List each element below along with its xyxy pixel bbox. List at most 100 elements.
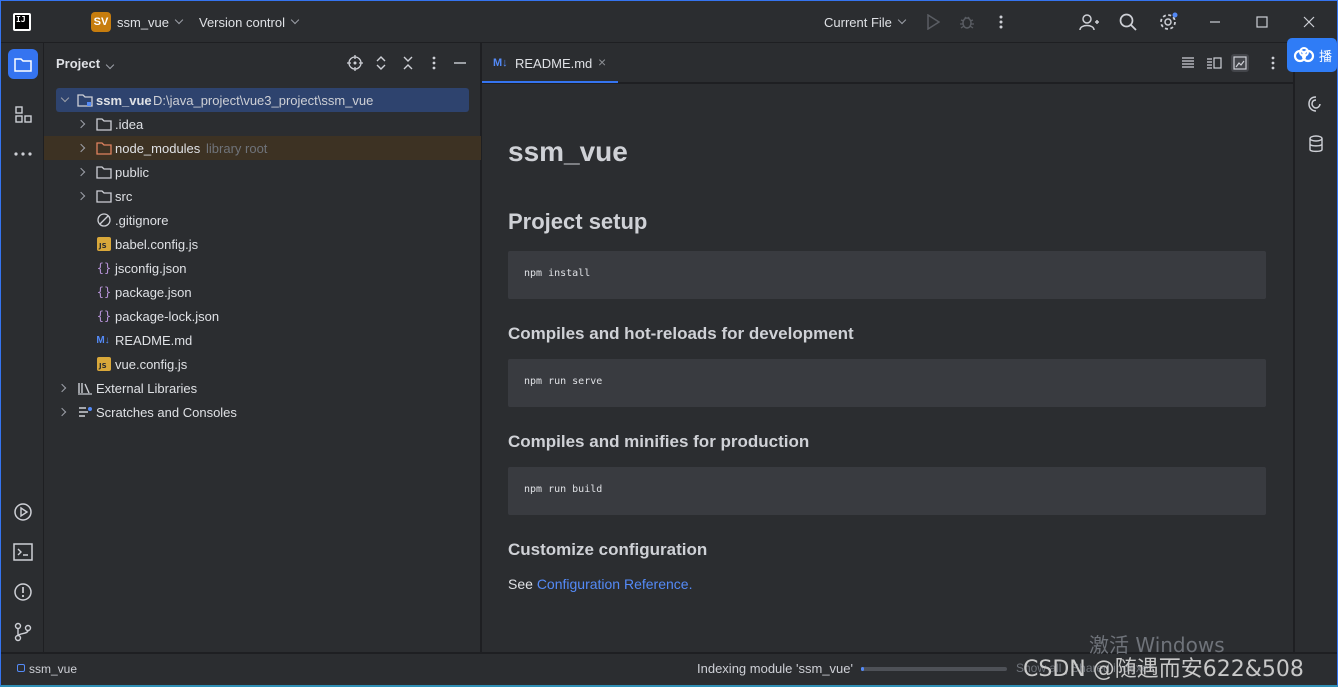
chevron-down-icon (290, 15, 300, 25)
app-logo: IJ (13, 13, 31, 31)
preview-only-icon[interactable] (1231, 54, 1249, 72)
cloud-icon (1293, 47, 1315, 63)
project-status-icon (17, 664, 25, 672)
more-tools-icon[interactable] (8, 139, 38, 169)
minimize-icon[interactable] (1205, 12, 1225, 32)
right-tool-strip (1294, 43, 1337, 652)
project-panel-header: Project (44, 43, 481, 83)
chevron-right-icon[interactable] (76, 143, 86, 153)
project-panel-title: Project (56, 56, 101, 71)
tree-item-label: package.json (115, 284, 192, 300)
tree-item-label: package-lock.json (115, 308, 220, 324)
chevron-right-icon[interactable] (76, 167, 86, 177)
chevron-down-icon (105, 60, 115, 70)
close-window-icon[interactable] (1299, 12, 1319, 32)
svg-text:JS: JS (98, 242, 107, 250)
locate-file-icon[interactable] (346, 54, 364, 72)
chevron-right-icon[interactable] (76, 191, 86, 201)
js-file-icon: JS (96, 236, 112, 252)
library-root-hint: library root (206, 140, 268, 156)
chevron-right-icon[interactable] (57, 407, 67, 417)
panel-options-icon[interactable] (425, 54, 443, 72)
markdown-preview: ssm_vue Project setup npm install Compil… (482, 84, 1293, 652)
tree-item-vue-config[interactable]: JS vue.config.js (44, 352, 481, 376)
project-switcher[interactable]: ssm_vue (117, 1, 184, 43)
git-branch-icon[interactable] (8, 617, 38, 647)
chevron-right-icon[interactable] (76, 119, 86, 129)
run-icon[interactable] (923, 12, 943, 32)
tree-item-package-lock[interactable]: {} package-lock.json (44, 304, 481, 328)
code-install: npm install (524, 268, 591, 279)
tree-item-package-json[interactable]: {} package.json (44, 280, 481, 304)
project-view-selector[interactable]: Project (56, 56, 115, 71)
settings-gear-icon[interactable] (1158, 12, 1178, 32)
chevron-right-icon[interactable] (57, 383, 67, 393)
close-tab-icon[interactable]: × (598, 54, 606, 70)
folder-icon (96, 188, 112, 204)
ide-window: IJ SV ssm_vue Version control Current Fi… (0, 0, 1338, 687)
folder-excluded-icon (96, 140, 112, 156)
configuration-reference-link[interactable]: Configuration Reference (537, 576, 689, 592)
editor-options-icon[interactable] (1264, 54, 1282, 72)
indexing-status[interactable]: Indexing module 'ssm_vue' (697, 661, 853, 676)
collapse-all-icon[interactable] (399, 54, 417, 72)
project-panel: Project ssm_vue D:\java_project\vue3_pro… (44, 43, 481, 652)
readme-title: ssm_vue (508, 136, 628, 167)
ai-assistant-icon[interactable] (1301, 89, 1331, 119)
project-badge[interactable]: SV (91, 12, 111, 32)
chevron-down-icon (174, 15, 184, 25)
code-build: npm run build (524, 484, 603, 495)
database-icon[interactable] (1301, 129, 1331, 159)
tree-item-label: src (115, 188, 133, 204)
run-config-selector[interactable]: Current File (824, 1, 907, 43)
more-actions-icon[interactable] (991, 12, 1011, 32)
structure-icon[interactable] (8, 99, 38, 129)
tree-item-label: README.md (115, 332, 193, 348)
terminal-icon[interactable] (8, 537, 38, 567)
add-user-icon[interactable] (1079, 12, 1099, 32)
editor-only-icon[interactable] (1179, 54, 1197, 72)
scratches-icon (77, 404, 93, 420)
prod-heading: Compiles and minifies for production (508, 432, 810, 451)
status-project-name[interactable]: ssm_vue (29, 662, 77, 676)
folder-icon (96, 164, 112, 180)
folder-icon (96, 116, 112, 132)
tree-item-gitignore[interactable]: .gitignore (44, 208, 481, 232)
maximize-icon[interactable] (1252, 12, 1272, 32)
problems-icon[interactable] (8, 577, 38, 607)
left-tool-strip (1, 43, 44, 652)
search-icon[interactable] (1118, 12, 1138, 32)
tree-item-jsconfig[interactable]: {} jsconfig.json (44, 256, 481, 280)
tree-item-label: ssm_vue (96, 92, 152, 108)
split-editor-preview-icon[interactable] (1205, 54, 1223, 72)
code-block-serve: npm run serve (508, 359, 1266, 407)
baidu-netdisk-float-button[interactable]: 播 (1287, 38, 1337, 72)
csdn-watermark: CSDN @随遇而安622&508 (1023, 657, 1304, 682)
tree-item-idea[interactable]: .idea (44, 112, 481, 136)
expand-all-icon[interactable] (372, 54, 390, 72)
tree-item-scratches[interactable]: Scratches and Consoles (44, 400, 481, 424)
config-heading: Customize configuration (508, 540, 708, 559)
indexing-progress-fill (861, 667, 864, 671)
debug-icon[interactable] (957, 12, 977, 32)
tree-item-external-libraries[interactable]: External Libraries (44, 376, 481, 400)
tree-item-node-modules[interactable]: node_modules library root (44, 136, 481, 160)
tree-item-label: vue.config.js (115, 356, 188, 372)
hide-panel-icon[interactable] (451, 54, 469, 72)
editor-tab-bar: M↓ README.md × (482, 43, 1293, 83)
chevron-down-icon (897, 15, 907, 25)
tree-item-src[interactable]: src (44, 184, 481, 208)
tab-readme[interactable]: M↓ README.md × (482, 43, 618, 83)
tree-item-babel-config[interactable]: JS babel.config.js (44, 232, 481, 256)
version-control-menu[interactable]: Version control (199, 1, 300, 43)
chevron-down-icon[interactable] (60, 93, 70, 103)
project-tool-folder-icon[interactable] (8, 49, 38, 79)
tree-item-readme[interactable]: M↓ README.md (44, 328, 481, 352)
svg-text:JS: JS (98, 362, 107, 370)
title-bar: IJ SV ssm_vue Version control Current Fi… (1, 1, 1337, 43)
tree-item-public[interactable]: public (44, 160, 481, 184)
main-menu-icon[interactable] (53, 13, 71, 31)
tree-item-label: Scratches and Consoles (96, 404, 237, 420)
services-run-icon[interactable] (8, 497, 38, 527)
tree-item-ssm-vue[interactable]: ssm_vue D:\java_project\vue3_project\ssm… (56, 88, 469, 112)
